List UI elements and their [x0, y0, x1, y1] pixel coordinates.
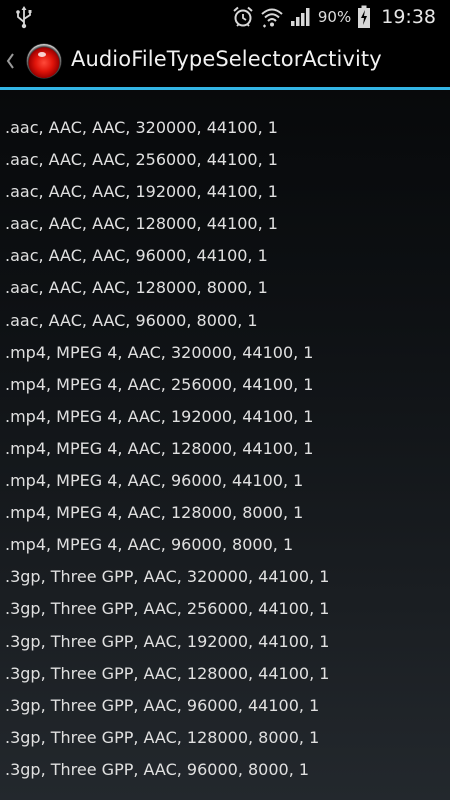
- list-item[interactable]: .3gp, Three GPP, AAC, 192000, 44100, 1: [0, 626, 450, 658]
- list-item[interactable]: .mp4, MPEG 4, AAC, 96000, 8000, 1: [0, 529, 450, 561]
- up-caret-icon[interactable]: [4, 51, 16, 71]
- list-item[interactable]: .3gp, Three GPP, AAC, 320000, 44100, 1: [0, 561, 450, 593]
- list-item[interactable]: .aac, AAC, AAC, 128000, 44100, 1: [0, 208, 450, 240]
- list-item[interactable]: .3gp, Three GPP, AAC, 256000, 44100, 1: [0, 593, 450, 625]
- page-title: AudioFileTypeSelectorActivity: [71, 47, 382, 71]
- list-item[interactable]: .mp4, MPEG 4, AAC, 128000, 44100, 1: [0, 433, 450, 465]
- battery-percent: 90%: [317, 7, 352, 26]
- clock: 19:38: [381, 5, 436, 28]
- list-item[interactable]: .mp4, MPEG 4, AAC, 128000, 8000, 1: [0, 497, 450, 529]
- list-item[interactable]: .3gp, Three GPP, AAC, 128000, 44100, 1: [0, 658, 450, 690]
- list-item[interactable]: .mp4, MPEG 4, AAC, 96000, 44100, 1: [0, 465, 450, 497]
- action-bar: AudioFileTypeSelectorActivity: [0, 33, 450, 89]
- status-bar: 90% 19:38: [0, 0, 450, 33]
- alarm-icon: [233, 6, 253, 27]
- list-item[interactable]: .aac, AAC, AAC, 96000, 44100, 1: [0, 240, 450, 272]
- list-item[interactable]: .3gp, Three GPP, AAC, 96000, 8000, 1: [0, 754, 450, 786]
- list-item[interactable]: .aac, AAC, AAC, 128000, 8000, 1: [0, 272, 450, 304]
- list-item[interactable]: .aac, AAC, AAC, 256000, 44100, 1: [0, 144, 450, 176]
- wifi-icon: [261, 8, 283, 27]
- list-item[interactable]: .aac, AAC, AAC, 96000, 8000, 1: [0, 305, 450, 337]
- list-item[interactable]: .aac, AAC, AAC, 192000, 44100, 1: [0, 176, 450, 208]
- list-item[interactable]: .3gp, Three GPP, AAC, 96000, 44100, 1: [0, 690, 450, 722]
- list-item[interactable]: .mp4, MPEG 4, AAC, 256000, 44100, 1: [0, 369, 450, 401]
- list-item[interactable]: .mp4, MPEG 4, AAC, 192000, 44100, 1: [0, 401, 450, 433]
- list-item[interactable]: .aac, AAC, AAC, 320000, 44100, 1: [0, 112, 450, 144]
- usb-icon: [16, 6, 32, 29]
- list-item[interactable]: .mp4, MPEG 4, AAC, 320000, 44100, 1: [0, 337, 450, 369]
- screen: 90% 19:38 AudioFileTypeSelectorActivity …: [0, 0, 450, 800]
- action-bar-divider: [0, 87, 450, 90]
- audio-format-list: .aac, AAC, AAC, 320000, 44100, 1 .aac, A…: [0, 112, 450, 786]
- battery-charging-icon: [358, 5, 371, 28]
- signal-icon: [290, 7, 310, 26]
- list-item[interactable]: .3gp, Three GPP, AAC, 128000, 8000, 1: [0, 722, 450, 754]
- app-icon[interactable]: [27, 44, 61, 78]
